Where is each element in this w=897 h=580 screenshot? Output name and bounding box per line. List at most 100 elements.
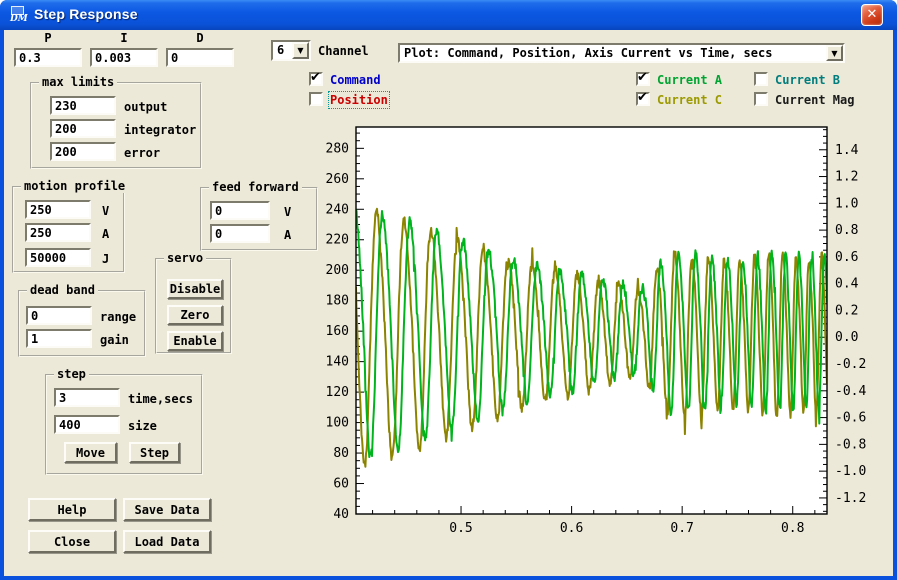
servo-zero-button[interactable]: Zero [167,305,223,325]
step-group: step time,secs size Move Step [45,374,203,475]
svg-text:240: 240 [326,202,349,217]
ff-accel-label: A [284,228,291,242]
position-checkbox[interactable]: ✔ [309,92,323,106]
svg-text:-0.4: -0.4 [835,384,866,399]
current-b-checkbox-label[interactable]: Current B [775,73,840,87]
deadband-range-field[interactable] [26,306,92,325]
ff-velocity-field[interactable] [210,201,270,220]
i-field[interactable] [90,48,158,67]
svg-text:40: 40 [333,507,349,522]
svg-text:0.4: 0.4 [835,277,859,292]
command-checkbox-label[interactable]: Command [330,73,381,87]
svg-text:0.5: 0.5 [449,521,472,536]
dead-band-group: dead band range gain [18,290,146,357]
svg-text:1.4: 1.4 [835,143,859,158]
svg-text:120: 120 [326,385,349,400]
svg-text:-1.2: -1.2 [835,491,866,506]
svg-text:-1.0: -1.0 [835,464,866,479]
feed-forward-group-title: feed forward [209,180,302,194]
servo-group-title: servo [164,251,206,265]
move-button[interactable]: Move [64,442,117,463]
velocity-field[interactable] [25,200,91,219]
load-data-button[interactable]: Load Data [123,530,211,553]
channel-combo[interactable]: 6 ▼ [271,40,311,61]
app-icon: DM [9,5,30,25]
current-mag-checkbox-label[interactable]: Current Mag [775,93,854,107]
d-label: D [166,31,234,45]
channel-dropdown-arrow-icon[interactable]: ▼ [292,42,309,59]
svg-text:280: 280 [326,141,349,156]
svg-text:100: 100 [326,416,349,431]
check-mark-icon: ✔ [637,70,648,85]
svg-text:0.6: 0.6 [835,250,858,265]
svg-text:0.8: 0.8 [781,521,804,536]
plot-selector-combo[interactable]: Plot: Command, Position, Axis Current vs… [398,43,845,63]
current-c-checkbox-label[interactable]: Current C [657,93,722,107]
step-response-plot: 0.50.60.70.84060801001201401601802002202… [320,123,892,553]
svg-text:160: 160 [326,324,349,339]
max-integrator-field[interactable] [50,119,116,138]
servo-disable-button[interactable]: Disable [167,279,223,299]
servo-enable-button[interactable]: Enable [167,331,223,351]
max-limits-group-title: max limits [39,75,117,89]
svg-text:-0.2: -0.2 [835,357,866,372]
svg-text:1.2: 1.2 [835,170,858,185]
close-window-button[interactable]: ✕ [861,4,883,26]
channel-value: 6 [277,43,284,57]
svg-text:200: 200 [326,263,349,278]
help-button[interactable]: Help [28,498,116,521]
max-output-field[interactable] [50,96,116,115]
current-c-checkbox[interactable]: ✔ [636,92,650,106]
svg-text:0.0: 0.0 [835,330,858,345]
svg-text:-0.8: -0.8 [835,437,866,452]
step-time-field[interactable] [54,388,120,407]
ff-accel-field[interactable] [210,224,270,243]
plot-selector-value: Plot: Command, Position, Axis Current vs… [404,46,772,60]
command-checkbox[interactable]: ✔ [309,72,323,86]
current-mag-checkbox[interactable]: ✔ [754,92,768,106]
window-title: Step Response [34,6,138,22]
check-mark-icon: ✔ [637,90,648,105]
velocity-label: V [102,204,109,218]
accel-field[interactable] [25,223,91,242]
max-error-field[interactable] [50,142,116,161]
app-icon-text: DM [10,14,28,24]
channel-label: Channel [318,44,369,58]
close-button[interactable]: Close [28,530,116,553]
save-data-button[interactable]: Save Data [123,498,211,521]
max-integrator-label: integrator [124,123,196,137]
p-label: P [14,31,82,45]
plot-selector-dropdown-arrow-icon[interactable]: ▼ [826,45,843,61]
step-size-label: size [128,419,157,433]
current-a-checkbox-label[interactable]: Current A [657,73,722,87]
servo-group: servo Disable Zero Enable [155,258,232,354]
deadband-gain-field[interactable] [26,329,92,348]
jerk-label: J [102,252,109,266]
step-response-window: DM Step Response ✕ P I D 6 ▼ Channel Plo… [0,0,897,580]
svg-text:180: 180 [326,294,349,309]
jerk-field[interactable] [25,248,91,267]
d-field[interactable] [166,48,234,67]
step-time-label: time,secs [128,392,193,406]
svg-text:1.0: 1.0 [835,196,858,211]
current-a-checkbox[interactable]: ✔ [636,72,650,86]
deadband-range-label: range [100,310,136,324]
svg-text:60: 60 [333,477,349,492]
max-error-label: error [124,146,160,160]
motion-profile-group-title: motion profile [21,179,128,193]
step-group-title: step [54,367,89,381]
step-size-field[interactable] [54,415,120,434]
deadband-gain-label: gain [100,333,129,347]
svg-text:-0.6: -0.6 [835,411,866,426]
feed-forward-group: feed forward V A [200,187,318,251]
current-b-checkbox[interactable]: ✔ [754,72,768,86]
motion-profile-group: motion profile V A J [12,186,125,273]
i-label: I [90,31,158,45]
ff-velocity-label: V [284,205,291,219]
step-button[interactable]: Step [129,442,180,463]
titlebar[interactable]: DM Step Response ✕ [0,0,897,30]
position-checkbox-label[interactable]: Position [330,93,388,107]
svg-text:260: 260 [326,172,349,187]
svg-text:140: 140 [326,355,349,370]
p-field[interactable] [14,48,82,67]
